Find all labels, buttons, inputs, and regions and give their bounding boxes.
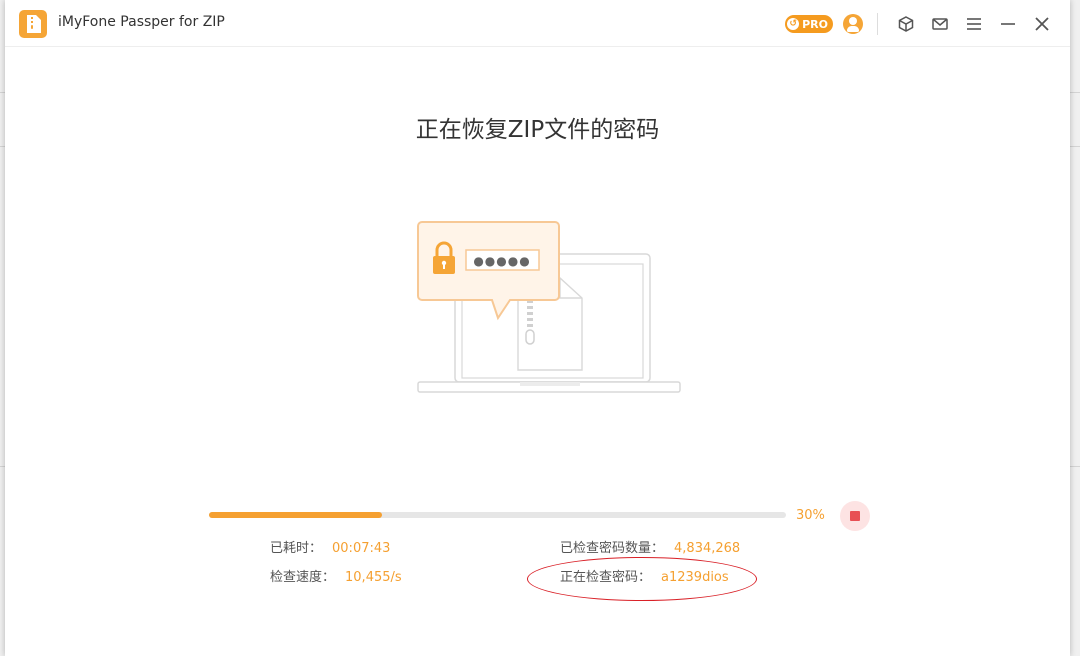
app-title: iMyFone Passper for ZIP [58, 14, 225, 30]
annotation-ellipse [527, 557, 757, 601]
pro-badge-icon: ↺ [787, 18, 800, 30]
checked-value: 4,834,268 [674, 541, 741, 556]
password-mask: ●●●●● [473, 254, 530, 268]
app-window: iMyFone Passper for ZIP ↺ PRO 正在恢复ZIP文件的… [5, 0, 1070, 656]
progress-bar [209, 512, 786, 518]
title-bar-separator [877, 13, 878, 35]
pro-badge[interactable]: ↺ PRO [785, 15, 833, 33]
title-bar: iMyFone Passper for ZIP ↺ PRO [5, 0, 1070, 47]
pro-label: PRO [802, 17, 828, 31]
speed-label: 检查速度： [270, 570, 336, 585]
progress-fill [209, 512, 383, 518]
stop-icon [850, 511, 860, 521]
elapsed-label: 已耗时： [270, 541, 323, 556]
checked-label: 已检查密码数量： [560, 541, 665, 556]
progress-percent: 30% [796, 508, 825, 523]
app-logo-icon [19, 10, 47, 38]
page-title: 正在恢复ZIP文件的密码 [415, 117, 660, 143]
box-icon[interactable] [892, 10, 920, 38]
elapsed-value: 00:07:43 [332, 541, 391, 556]
check-speed: 检查速度： 10,455/s [270, 566, 402, 585]
title-bar-actions: ↺ PRO [785, 10, 1056, 38]
minimize-icon[interactable] [994, 10, 1022, 38]
user-icon[interactable] [843, 14, 863, 34]
close-icon[interactable] [1028, 10, 1056, 38]
elapsed-time: 已耗时： 00:07:43 [270, 537, 390, 556]
mail-icon[interactable] [926, 10, 954, 38]
stop-button[interactable] [840, 501, 870, 531]
speed-value: 10,455/s [345, 570, 402, 585]
checked-count: 已检查密码数量： 4,834,268 [560, 537, 740, 556]
menu-icon[interactable] [960, 10, 988, 38]
zip-recovery-illustration: ●●●●● [410, 218, 685, 404]
